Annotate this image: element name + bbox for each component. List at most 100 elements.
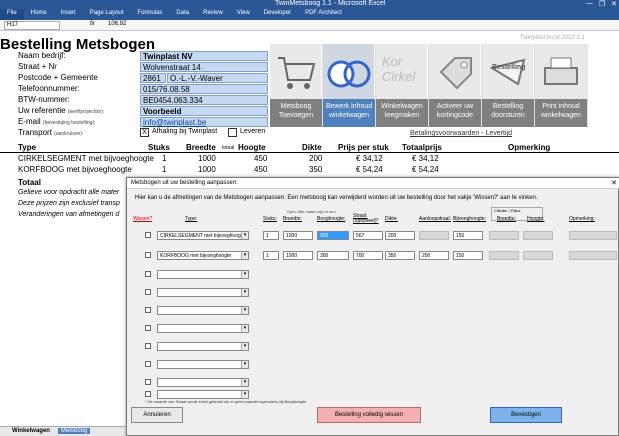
tab-file[interactable]: File <box>0 9 24 20</box>
print-winkelwagen-button[interactable]: Print inhoud winkelwagen <box>535 99 588 127</box>
wissen-checkbox[interactable] <box>145 289 151 295</box>
bijvoeg-input[interactable]: 150 <box>453 231 483 240</box>
tab-review[interactable]: Review <box>196 9 230 20</box>
wissen-checkbox[interactable] <box>145 232 151 238</box>
field-naam[interactable]: Twinplast NV <box>140 51 268 61</box>
label-email: E-mail (bevestiging bestelling): <box>18 117 96 126</box>
field-gemeente[interactable]: O.-L.-V.-Waver <box>167 73 268 83</box>
action-buttons: Metsboog Toevoegen Bewerk inhoud winkelw… <box>270 99 589 127</box>
tab-view[interactable]: View <box>230 9 257 20</box>
clear-order-button[interactable]: Bestelling volledig wissen <box>317 407 421 423</box>
header-wissen: Wissen? <box>133 216 153 222</box>
tab-developer[interactable]: Developer <box>257 9 298 20</box>
sheet-tab-winkelwagen[interactable]: Winkelwagen <box>12 428 50 434</box>
formula-input[interactable]: 106,92 <box>108 21 126 27</box>
type-select[interactable]: CIRKELSEGMENT met bijvoeghoogte ▾ <box>157 231 249 240</box>
breedte-input[interactable]: 1000 <box>283 231 313 240</box>
type-select[interactable]: ▾ <box>157 378 249 387</box>
cart-image <box>270 44 322 99</box>
fx-icon[interactable]: fx <box>90 21 95 27</box>
checkbox-leveren[interactable] <box>228 128 237 137</box>
chevron-down-icon: ▾ <box>241 379 248 386</box>
field-referentie[interactable]: Voorbeeld <box>140 106 268 116</box>
kortingcode-button[interactable]: Activeer uw kortingcode <box>429 99 482 127</box>
straal-input[interactable]: 700 <box>353 251 383 260</box>
confirm-button[interactable]: Bevestigen <box>490 407 562 423</box>
wissen-checkbox[interactable] <box>145 252 151 258</box>
cancel-button[interactable]: Annuleren <box>131 407 183 423</box>
levertijd-link[interactable]: Levertijd <box>486 130 512 137</box>
wissen-checkbox[interactable] <box>145 361 151 367</box>
opmerking-input[interactable] <box>569 251 617 260</box>
bijvoeg-input[interactable]: 150 <box>453 251 483 260</box>
close-icon[interactable]: ✕ <box>611 179 617 187</box>
aanloop-input[interactable]: 200 <box>419 251 449 260</box>
wissen-checkbox[interactable] <box>145 271 151 277</box>
wissen-checkbox[interactable] <box>145 325 151 331</box>
bestelling-image: Bestelling <box>482 44 534 99</box>
type-select[interactable]: ▾ <box>157 390 249 399</box>
tab-home[interactable]: Home <box>24 9 54 20</box>
chevron-down-icon: ▾ <box>241 307 248 314</box>
label-straat: Straat + Nr <box>18 62 57 71</box>
maximize-icon[interactable]: ❐ <box>599 0 605 8</box>
tab-insert[interactable]: Insert <box>54 9 83 20</box>
type-select[interactable]: KORFBOOG met bijvoeghoogte ▾ <box>157 251 249 260</box>
wissen-checkbox[interactable] <box>145 307 151 313</box>
minimize-icon[interactable]: — <box>586 0 593 8</box>
booghoogte-input[interactable]: 300 <box>317 231 349 240</box>
chevron-down-icon: ▾ <box>241 391 248 398</box>
dikte-input[interactable]: 350 <box>385 251 415 260</box>
tab-formulas[interactable]: Formulas <box>130 9 169 20</box>
field-telefoon[interactable]: 015/76.08.58 <box>140 84 268 94</box>
field-straat[interactable]: Wolvenstraat 14 <box>140 62 268 72</box>
winkelwagen-leegmaken-button[interactable]: Winkelwagen leegmaken <box>376 99 429 127</box>
type-select[interactable]: ▾ <box>157 342 249 351</box>
stuks-input[interactable]: 1 <box>263 231 279 240</box>
opmerking-input[interactable] <box>569 231 617 240</box>
straal-input[interactable]: 567 <box>353 231 383 240</box>
close-icon[interactable]: ✕ <box>611 0 617 8</box>
col-opmerking: Opmerking <box>508 143 551 152</box>
wissen-checkbox[interactable] <box>145 343 151 349</box>
bewerk-winkelwagen-button[interactable]: Bewerk inhoud winkelwagen <box>323 99 376 127</box>
field-postcode[interactable]: 2861 <box>140 73 166 83</box>
formula-bar: H17 fx 106,92 <box>0 20 619 31</box>
sheet-tab-metsboog[interactable]: Metsboog <box>58 428 91 434</box>
field-btw[interactable]: BE0454.063.334 <box>140 95 268 105</box>
type-select[interactable]: ▾ <box>157 288 249 297</box>
bestelling-doorsturen-button[interactable]: Bestelling doorsturen <box>482 99 535 127</box>
dialog-title: Metsbogen uit uw bestelling aanpassen: ✕ <box>127 178 619 189</box>
metsboog-toevoegen-button[interactable]: Metsboog Toevoegen <box>270 99 323 127</box>
footer-note: Deze prijzen zijn exclusief transp <box>18 200 120 207</box>
dialog-intro: Hier kan u de afmetingen van de Metsboge… <box>135 195 538 201</box>
footer-note: Veranderingen van afmetingen d <box>18 211 120 218</box>
tab-data[interactable]: Data <box>169 9 196 20</box>
label-transport: Transport (aankruisen): <box>18 128 84 137</box>
dikte-input[interactable]: 200 <box>385 231 415 240</box>
stuks-input[interactable]: 1 <box>263 251 279 260</box>
type-select[interactable]: ▾ <box>157 270 249 279</box>
tab-pdf-architect[interactable]: PDF Architect <box>298 9 349 20</box>
breedte-input[interactable]: 1000 <box>283 251 313 260</box>
type-select[interactable]: ▾ <box>157 360 249 369</box>
header-booghoogte: Booghoogte: <box>317 216 346 222</box>
field-email[interactable]: info@twinplast.be <box>140 117 268 127</box>
type-select[interactable]: ▾ <box>157 324 249 333</box>
checkbox-afhaling[interactable]: X <box>140 128 149 137</box>
betalingsvoorwaarden-link[interactable]: Betalingsvoorwaarden - Levertijd <box>410 130 512 137</box>
label-btw: BTW-nummer: <box>18 95 70 104</box>
booghoogte-input[interactable]: 300 <box>317 251 349 260</box>
type-select[interactable]: ▾ <box>157 306 249 315</box>
header-aanloop: Aanloopstraal: <box>419 216 451 222</box>
header-breedte: Breedte: <box>283 216 302 222</box>
table-row[interactable]: KORFBOOG met bijvoeghoogte 1 1000 450 35… <box>0 165 619 177</box>
breedte2-input-disabled <box>489 231 519 240</box>
units-hint: Opm: Alle maten zijn in mm <box>287 209 336 214</box>
title-bar: TwinMetsboog 1.1 - Microsoft Excel — ❐ ✕ <box>0 0 619 9</box>
ribbon-tabs: File Home Insert Page Layout Formulas Da… <box>0 9 619 20</box>
tab-page-layout[interactable]: Page Layout <box>83 9 131 20</box>
name-box[interactable]: H17 <box>4 21 60 30</box>
wissen-checkbox[interactable] <box>145 379 151 385</box>
wissen-checkbox[interactable] <box>145 391 151 397</box>
